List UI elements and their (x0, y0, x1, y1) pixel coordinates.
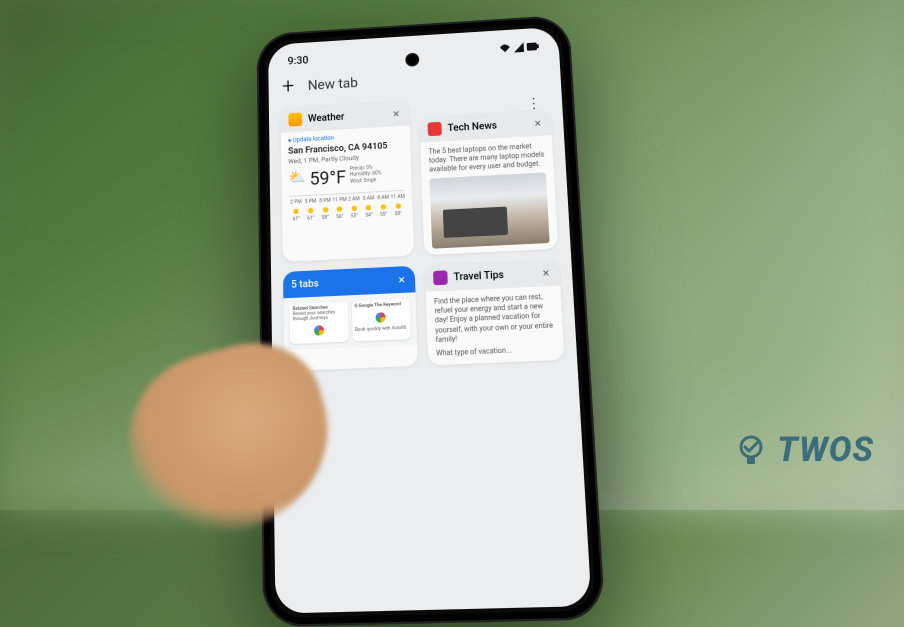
brand-text: TWOS (777, 430, 874, 470)
close-icon[interactable]: × (396, 273, 407, 288)
cards-grid: Weather × ● Update location San Francisc… (269, 91, 577, 371)
tech-news-title: Tech News (447, 118, 526, 133)
phone-frame: 9:30 + New tab ⋮ Weather × (256, 15, 605, 627)
travel-sub: What type of vacation... (436, 344, 556, 358)
phone-device: 9:30 + New tab ⋮ Weather × (256, 15, 605, 627)
sun-icon (394, 202, 402, 210)
watermark: TWOS (733, 430, 874, 470)
close-icon[interactable]: × (391, 107, 402, 121)
mini-tab-line: Revisit your searches through Journeys (293, 310, 345, 323)
travel-body: Find the place where you can rest, refue… (426, 286, 565, 365)
tech-news-body: The 5 best laptops on the market today. … (420, 135, 558, 255)
weather-icon (288, 112, 302, 126)
weather-now: ⛅ 59°F Precip: 0% Humidity: 80% Wind: 5m… (288, 163, 404, 192)
tab-group-card[interactable]: 5 tabs × Related Searches Revisit your s… (283, 266, 418, 371)
google-logo-icon (374, 310, 389, 325)
sun-icon (379, 202, 387, 210)
mini-tab-header: G Google The Keyword (354, 302, 406, 309)
close-icon[interactable]: × (540, 266, 552, 281)
mini-tab[interactable]: Related Searches Revisit your searches t… (289, 302, 348, 345)
partly-cloudy-icon: ⛅ (288, 168, 305, 187)
close-icon[interactable]: × (532, 116, 543, 130)
tech-news-text: The 5 best laptops on the market today. … (428, 142, 545, 175)
sun-icon (365, 203, 373, 211)
clock: 9:30 (287, 54, 308, 68)
phone-screen: 9:30 + New tab ⋮ Weather × (268, 27, 592, 614)
add-tab-button[interactable]: + (282, 77, 294, 99)
wind: Wind: 5mph (350, 177, 382, 185)
weather-card-title: Weather (308, 109, 385, 124)
travel-tips-card[interactable]: Travel Tips × Find the place where you c… (425, 259, 565, 365)
tab-group-title: 5 tabs (291, 275, 390, 291)
laptop-photo (430, 173, 550, 249)
forecast-col: 11 AM58° (390, 194, 405, 218)
travel-text: Find the place where you can rest, refue… (434, 293, 555, 345)
sun-icon (307, 206, 315, 214)
overflow-menu-button[interactable]: ⋮ (526, 96, 540, 112)
mini-tab-line: Book quickly with Autofill (355, 326, 408, 333)
wifi-icon (499, 43, 511, 53)
forecast-col: 8 PM58° (318, 198, 333, 222)
weather-body: ● Update location San Francisco, CA 9410… (281, 126, 413, 229)
news-icon (427, 122, 441, 136)
forecast-col: 5 AM54° (361, 196, 376, 220)
mini-tab[interactable]: G Google The Keyword Book quickly with A… (351, 299, 411, 342)
signal-icon (514, 42, 524, 52)
status-icons (499, 41, 539, 53)
google-logo-icon (312, 323, 326, 338)
lightbulb-icon (733, 432, 769, 468)
forecast-col: 5 PM61° (303, 199, 318, 223)
weather-details: Precip: 0% Humidity: 80% Wind: 5mph (350, 164, 382, 185)
sun-icon (321, 205, 329, 213)
battery-icon (527, 41, 539, 51)
travel-icon (433, 271, 448, 286)
forecast-col: 2 PM61° (289, 199, 304, 223)
sun-icon (350, 204, 358, 212)
forecast-row: 2 PM61° 5 PM61° 8 PM58° 11 PM56° 2 AM55°… (289, 190, 406, 223)
current-temp: 59°F (309, 166, 346, 191)
forecast-col: 2 AM55° (347, 196, 362, 220)
tech-news-card[interactable]: Tech News × The 5 best laptops on the ma… (419, 110, 558, 256)
sun-icon (336, 205, 344, 213)
forecast-col: 8 AM55° (376, 195, 391, 219)
sun-icon (292, 207, 300, 215)
weather-card[interactable]: Weather × ● Update location San Francisc… (281, 100, 415, 262)
travel-title: Travel Tips (453, 268, 534, 283)
new-tab-label: New tab (308, 64, 547, 94)
forecast-col: 11 PM56° (332, 197, 347, 221)
tab-group-body: Related Searches Revisit your searches t… (283, 293, 417, 351)
